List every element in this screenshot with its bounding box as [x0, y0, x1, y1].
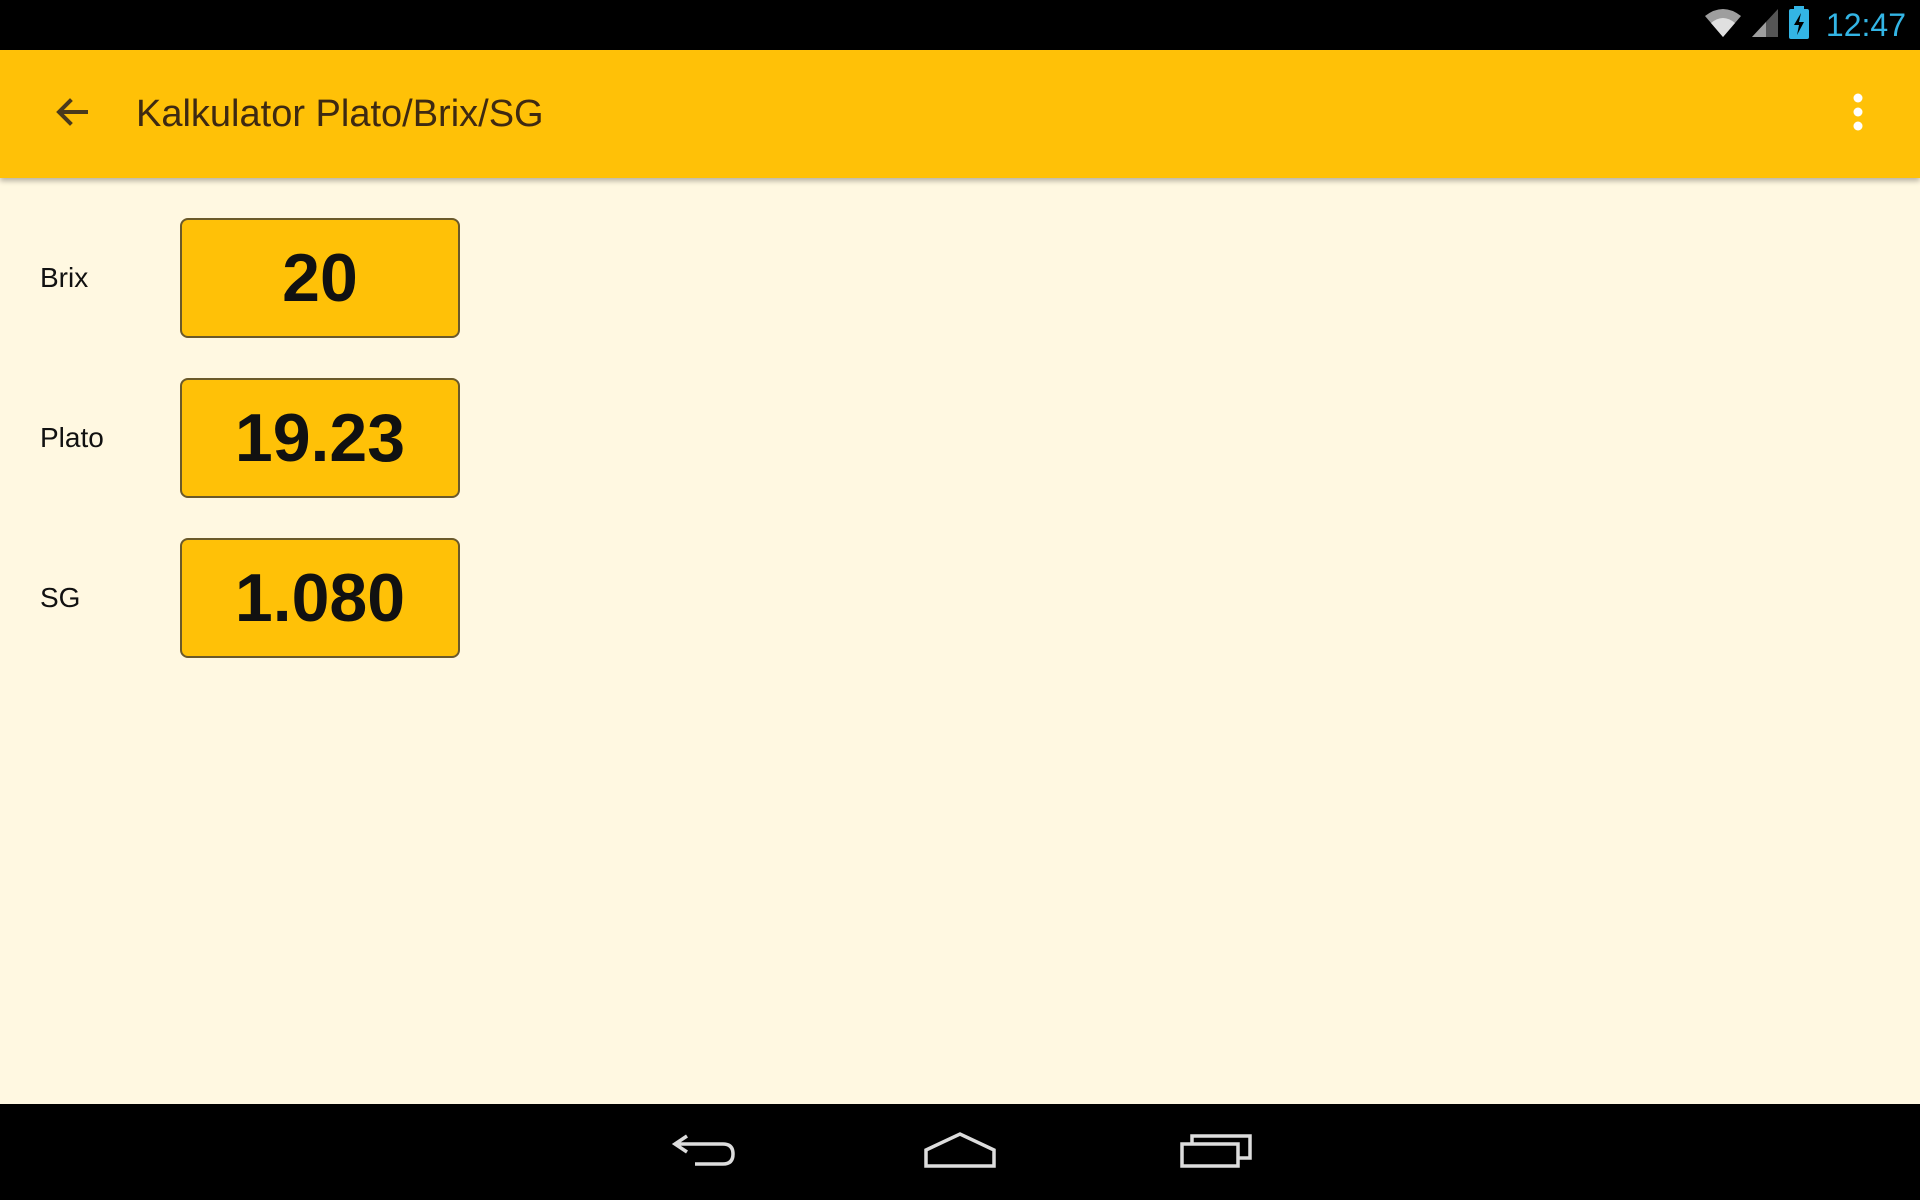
nav-back-button[interactable]: [644, 1112, 764, 1192]
overflow-menu-button[interactable]: [1826, 82, 1890, 146]
brix-row: Brix 20: [0, 218, 500, 338]
status-clock: 12:47: [1825, 6, 1906, 43]
nav-back-icon: [669, 1130, 739, 1175]
sg-label: SG: [40, 582, 81, 613]
nav-recents-icon: [1178, 1130, 1254, 1175]
cell-signal-icon: [1750, 7, 1780, 44]
page-title: Kalkulator Plato/Brix/SG: [136, 93, 544, 135]
brix-input[interactable]: 20: [180, 218, 460, 338]
status-icons: 12:47: [1704, 0, 1906, 50]
plato-row: Plato 19.23: [0, 378, 500, 498]
status-bar: 12:47: [0, 0, 1920, 50]
brix-label: Brix: [40, 262, 89, 293]
nav-recents-button[interactable]: [1156, 1112, 1276, 1192]
battery-charging-icon: [1788, 5, 1810, 45]
plato-input[interactable]: 19.23: [180, 378, 460, 498]
wifi-icon: [1704, 7, 1742, 44]
nav-home-button[interactable]: [900, 1112, 1020, 1192]
arrow-back-icon: [52, 92, 92, 137]
content-area: Brix 20 Plato 19.23 SG 1.080: [0, 178, 1920, 1104]
plato-label: Plato: [40, 422, 104, 453]
navigation-bar: [0, 1104, 1920, 1200]
nav-home-icon: [922, 1130, 998, 1175]
back-button[interactable]: [40, 82, 104, 146]
sg-row: SG 1.080: [0, 538, 500, 658]
more-vert-icon: [1852, 92, 1864, 137]
app-bar: Kalkulator Plato/Brix/SG: [0, 50, 1920, 178]
sg-input[interactable]: 1.080: [180, 538, 460, 658]
